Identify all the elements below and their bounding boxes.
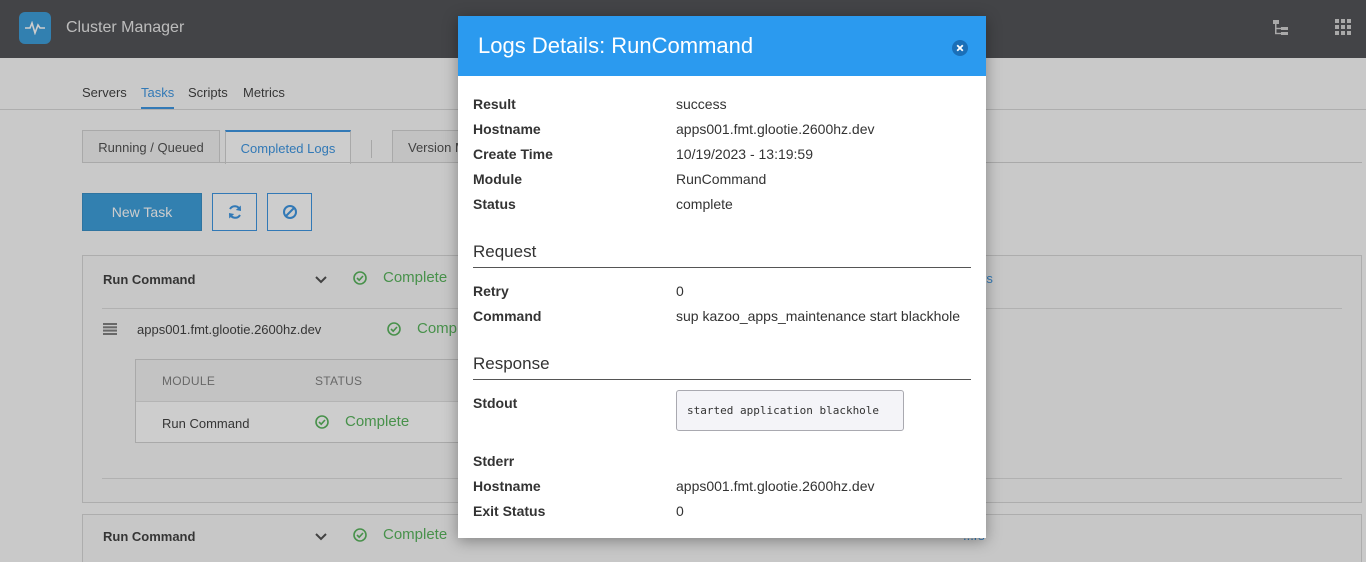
module-label: Module bbox=[473, 171, 522, 187]
hostname-label: Hostname bbox=[473, 121, 541, 137]
retry-label: Retry bbox=[473, 283, 509, 299]
request-heading: Request bbox=[473, 242, 537, 261]
section-divider bbox=[473, 379, 971, 380]
command-label: Command bbox=[473, 308, 542, 324]
result-label: Result bbox=[473, 96, 516, 112]
exit-status-value: 0 bbox=[676, 503, 684, 519]
stderr-label: Stderr bbox=[473, 453, 515, 469]
create-time-value: 10/19/2023 - 13:19:59 bbox=[676, 146, 814, 162]
section-divider bbox=[473, 267, 971, 268]
status-label: Status bbox=[473, 196, 516, 212]
stdout-output: started application blackhole bbox=[676, 390, 904, 431]
response-hostname-label: Hostname bbox=[473, 478, 541, 494]
response-hostname-value: apps001.fmt.glootie.2600hz.dev bbox=[676, 478, 875, 494]
create-time-label: Create Time bbox=[473, 146, 553, 162]
module-value: RunCommand bbox=[676, 171, 767, 187]
exit-status-label: Exit Status bbox=[473, 503, 546, 519]
result-value: success bbox=[676, 96, 727, 112]
hostname-value: apps001.fmt.glootie.2600hz.dev bbox=[676, 121, 875, 137]
command-value: sup kazoo_apps_maintenance start blackho… bbox=[676, 308, 961, 324]
status-value: complete bbox=[676, 196, 733, 212]
modal-header: Logs Details: RunCommand bbox=[458, 16, 986, 76]
close-icon[interactable] bbox=[952, 40, 968, 56]
stdout-label: Stdout bbox=[473, 395, 518, 411]
modal-title: Logs Details: RunCommand bbox=[478, 33, 754, 58]
response-heading: Response bbox=[473, 354, 550, 373]
retry-value: 0 bbox=[676, 283, 684, 299]
logs-details-modal: Logs Details: RunCommand Result success … bbox=[458, 16, 986, 538]
